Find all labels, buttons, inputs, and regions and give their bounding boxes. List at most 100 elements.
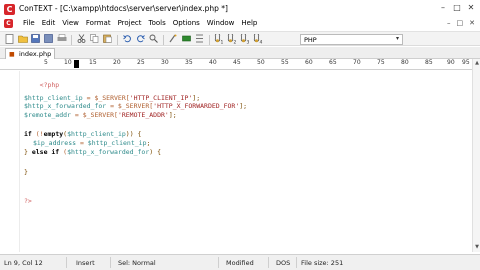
php-close-tag: ?>	[24, 197, 32, 205]
replace-icon[interactable]	[181, 34, 192, 45]
token-operator: = $_SERVER[	[82, 94, 130, 102]
code-line-3: $http_client_ip = $_SERVER['HTTP_CLIENT_…	[24, 94, 200, 102]
ruler-label-15: 15	[89, 59, 97, 66]
ruler-cursor-marker	[74, 60, 79, 68]
doc-close-button[interactable]: ✕	[469, 19, 475, 27]
open-folder-icon[interactable]	[17, 34, 28, 45]
user-command-1-icon[interactable]: 1	[214, 32, 225, 46]
ruler-label-60: 60	[305, 59, 313, 66]
token-variable: $http_client_ip	[87, 139, 147, 147]
menu-edit[interactable]: Edit	[42, 19, 56, 27]
doc-minimize-button[interactable]: –	[447, 19, 451, 27]
token-variable: $http_x_forwarded_for	[24, 102, 107, 110]
token-variable: $ip_address	[33, 139, 77, 147]
ruler-label-95: 95	[462, 59, 470, 66]
menu-help[interactable]: Help	[241, 19, 257, 27]
ruler-label-20: 20	[113, 59, 121, 66]
svg-text:4: 4	[260, 40, 263, 45]
ruler-label-75: 75	[377, 59, 385, 66]
tab-bar: ■ index.php *	[0, 47, 480, 66]
menu-tools[interactable]: Tools	[149, 19, 166, 27]
token-punct: )) {	[125, 130, 142, 138]
ruler-label-50: 50	[257, 59, 265, 66]
vertical-scrollbar[interactable]: ▲ ▼	[472, 59, 480, 252]
token-keyword: empty	[43, 130, 64, 138]
cut-icon[interactable]	[76, 34, 87, 45]
svg-text:3: 3	[247, 40, 250, 45]
save-icon[interactable]	[30, 34, 41, 45]
menu-project[interactable]: Project	[118, 19, 142, 27]
svg-text:2: 2	[234, 40, 237, 45]
new-file-icon[interactable]	[4, 34, 15, 45]
goto-line-icon[interactable]	[194, 34, 205, 45]
maximize-button[interactable]: □	[452, 2, 462, 14]
language-select[interactable]: PHP ▾	[300, 34, 403, 45]
ruler-label-40: 40	[209, 59, 217, 66]
scroll-down-icon[interactable]: ▼	[474, 244, 480, 251]
token-punct: ];	[192, 94, 201, 102]
menu-file[interactable]: File	[23, 19, 35, 27]
chevron-down-icon[interactable]: ▾	[396, 35, 399, 42]
ruler-label-30: 30	[161, 59, 169, 66]
title-bar: C ConTEXT - [C:\xampp\htdocs\server\serv…	[0, 0, 480, 18]
status-line-format: DOS	[276, 259, 291, 267]
token-string: 'REMOTE_ADDR'	[117, 111, 169, 119]
tab-index-php[interactable]: ■ index.php *	[5, 48, 55, 66]
code-line-7: if (!empty($http_client_ip)) {	[24, 130, 141, 138]
token-variable: $http_x_forwarded_for	[67, 148, 150, 156]
doc-restore-button[interactable]: □	[457, 19, 464, 27]
ruler-label-5: 5	[44, 59, 48, 66]
close-button[interactable]: ✕	[466, 2, 476, 14]
token-variable: $http_client_ip	[24, 94, 83, 102]
token-keyword: else if	[31, 148, 60, 156]
token-keyword: if	[24, 130, 32, 138]
code-editor[interactable]: <?php $http_client_ip = $_SERVER['HTTP_C…	[0, 71, 472, 252]
menu-bar: C File Edit View Format Project Tools Op…	[0, 18, 480, 30]
token-variable: $remote_addr	[24, 111, 71, 119]
code-line-5: $remote_addr = $_SERVER['REMOTE_ADDR'];	[24, 111, 177, 119]
app-icon[interactable]: C	[4, 4, 15, 15]
user-command-3-icon[interactable]: 3	[240, 32, 251, 46]
paste-icon[interactable]	[102, 34, 113, 45]
code-line-9: } else if ($http_x_forwarded_for) {	[24, 148, 161, 156]
copy-icon[interactable]	[89, 34, 100, 45]
scroll-up-icon[interactable]: ▲	[474, 60, 480, 67]
token-punct: }	[24, 168, 28, 176]
ruler-label-25: 25	[137, 59, 145, 66]
redo-icon[interactable]	[135, 34, 146, 45]
user-command-2-icon[interactable]: 2	[227, 32, 238, 46]
token-operator: (	[59, 148, 68, 156]
status-position: Ln 9, Col 12	[4, 259, 43, 267]
ruler-label-35: 35	[185, 59, 193, 66]
find-next-icon[interactable]	[168, 34, 179, 45]
ruler-label-45: 45	[233, 59, 241, 66]
ruler: 5 10 15 20 25 30 35 40 45 50 55 60 65 70…	[0, 59, 474, 70]
save-all-icon[interactable]	[43, 34, 54, 45]
language-select-value: PHP	[304, 36, 317, 44]
undo-icon[interactable]	[122, 34, 133, 45]
token-operator: (!	[31, 130, 44, 138]
ruler-label-85: 85	[425, 59, 433, 66]
menu-view[interactable]: View	[62, 19, 79, 27]
menu-window[interactable]: Window	[207, 19, 235, 27]
window-title: ConTEXT - [C:\xampp\htdocs\server\server…	[19, 4, 228, 13]
token-punct: }	[24, 148, 32, 156]
token-punct: ) {	[149, 148, 161, 156]
ruler-label-10: 10	[64, 59, 72, 66]
ruler-label-65: 65	[329, 59, 337, 66]
ruler-label-70: 70	[353, 59, 361, 66]
status-insert-mode: Insert	[76, 259, 95, 267]
token-variable: $http_client_ip	[67, 130, 126, 138]
token-operator: = $_SERVER[	[106, 102, 154, 110]
menu-options[interactable]: Options	[173, 19, 200, 27]
print-icon[interactable]	[56, 34, 67, 45]
user-command-4-icon[interactable]: 4	[253, 32, 264, 46]
minimize-button[interactable]: –	[438, 2, 448, 14]
code-line-14: ?>	[24, 197, 32, 205]
token-operator: =	[76, 139, 88, 147]
menu-format[interactable]: Format	[86, 19, 111, 27]
document-menu-icon[interactable]: C	[4, 19, 13, 28]
php-open-tag: <?php	[39, 81, 60, 89]
status-file-size: File size: 251	[301, 259, 344, 267]
find-icon[interactable]	[148, 34, 159, 45]
